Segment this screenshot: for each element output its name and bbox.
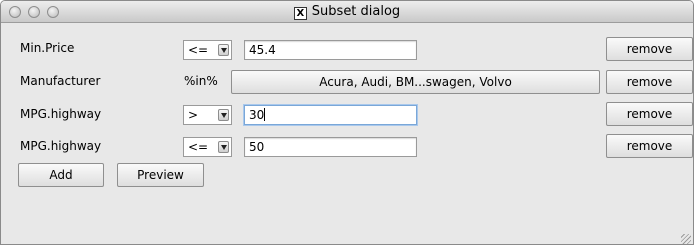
row-1-operator-value: <=: [188, 43, 209, 57]
row-1-value-text: 45.4: [249, 43, 276, 57]
row-4-variable-label: MPG.highway: [20, 139, 102, 153]
row-3-variable-label: MPG.highway: [20, 107, 102, 121]
text-caret: [264, 108, 266, 121]
chevron-down-icon: [218, 44, 229, 56]
row-3-operator-select[interactable]: >: [183, 105, 232, 125]
subset-dialog-window: X Subset dialog Min.Price <= 45.4 remove …: [0, 0, 694, 245]
row-2-remove-button[interactable]: remove: [606, 70, 693, 94]
row-4-operator-value: <=: [188, 140, 209, 154]
row-3-operator-value: >: [188, 108, 199, 122]
window-title-wrap: X Subset dialog: [1, 4, 693, 20]
preview-button[interactable]: Preview: [117, 163, 204, 187]
row-4-remove-button[interactable]: remove: [606, 134, 693, 158]
x11-app-icon: X: [293, 7, 307, 20]
row-3-value-text: 30: [249, 108, 265, 122]
add-button[interactable]: Add: [18, 163, 104, 187]
chevron-down-icon: [218, 141, 229, 153]
row-3-remove-button[interactable]: remove: [606, 102, 693, 126]
row-1-remove-button[interactable]: remove: [606, 37, 693, 61]
row-2-variable-label: Manufacturer: [20, 74, 101, 88]
row-1-operator-select[interactable]: <=: [183, 40, 232, 60]
title-bar: X Subset dialog: [1, 1, 693, 23]
row-3-value-input[interactable]: 30: [244, 105, 417, 125]
row-4-value-text: 50: [249, 140, 265, 154]
row-4-operator-select[interactable]: <=: [183, 137, 232, 157]
row-1-variable-label: Min.Price: [20, 41, 75, 55]
row-4-value-input[interactable]: 50: [244, 137, 417, 157]
chevron-down-icon: [218, 109, 229, 121]
row-2-value-picker-button[interactable]: Acura, Audi, BM...swagen, Volvo: [231, 70, 600, 94]
window-title: Subset dialog: [311, 4, 401, 19]
resize-grip-icon[interactable]: [681, 234, 691, 244]
row-1-value-input[interactable]: 45.4: [244, 40, 417, 60]
row-2-operator-label: %in%: [184, 74, 218, 88]
dialog-content: Min.Price <= 45.4 remove Manufacturer %i…: [1, 24, 693, 244]
